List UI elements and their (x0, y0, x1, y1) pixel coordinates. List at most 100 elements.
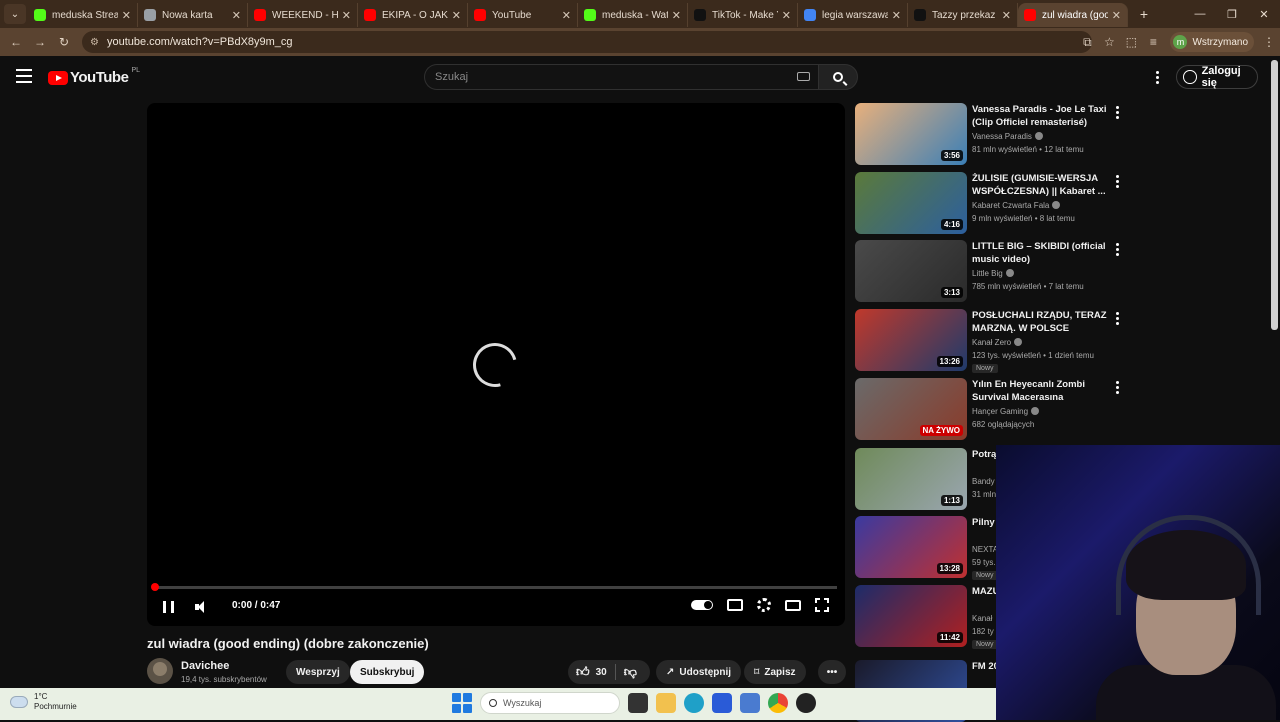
site-info-icon[interactable]: ⚙ (90, 37, 99, 48)
video-thumbnail[interactable]: 3:56 (855, 103, 967, 165)
scrubber-handle[interactable] (151, 583, 159, 591)
tab-search-button[interactable]: ⌄ (4, 4, 26, 24)
subtitles-icon[interactable] (727, 599, 743, 611)
video-thumbnail[interactable]: 13:28 (855, 516, 967, 578)
recommended-channel[interactable]: Kabaret Czwarta Fala (972, 201, 1061, 210)
new-tab-button[interactable]: + (1132, 6, 1156, 22)
recommended-kebab-icon[interactable] (1116, 175, 1120, 188)
video-thumbnail[interactable]: 4:16 (855, 172, 967, 234)
sign-in-button[interactable]: Zaloguj się (1176, 65, 1258, 89)
recommended-video[interactable]: NA ŻYWO Yılın En Heyecanlı Zombi Survival… (855, 378, 1135, 440)
video-thumbnail[interactable]: NA ŻYWO (855, 378, 967, 440)
profile-button[interactable]: m Wstrzymano (1170, 32, 1254, 52)
like-count[interactable]: 30 (596, 667, 607, 678)
maximize-icon[interactable]: ❐ (1216, 0, 1248, 28)
recommended-video[interactable]: 13:26 POSŁUCHALI RZĄDU, TERAZ MARZNĄ. W P… (855, 309, 1135, 373)
recommended-kebab-icon[interactable] (1116, 243, 1120, 256)
recommended-title[interactable]: Yılın En Heyecanlı Zombi Survival Macera… (972, 378, 1112, 404)
browser-tab[interactable]: Nowa karta ✕ (138, 3, 248, 27)
keyboard-icon[interactable] (797, 72, 810, 81)
app-icon[interactable] (740, 693, 760, 713)
tab-close-icon[interactable]: ✕ (672, 9, 681, 22)
recommended-title[interactable]: Vanessa Paradis - Joe Le Taxi (Clip Offi… (972, 103, 1112, 129)
youtube-logo[interactable]: YouTube PL (48, 67, 140, 86)
browser-tab[interactable]: Tazzy przekaz | Ti ✕ (908, 3, 1018, 27)
settings-kebab-icon[interactable] (1156, 71, 1160, 84)
file-explorer-icon[interactable] (656, 693, 676, 713)
recommended-kebab-icon[interactable] (1116, 381, 1120, 394)
extensions-icon[interactable]: ⬚ (1120, 35, 1142, 49)
steam-icon[interactable] (796, 693, 816, 713)
channel-name[interactable]: Davichee (181, 660, 229, 672)
tab-close-icon[interactable]: ✕ (892, 9, 901, 22)
browser-tab[interactable]: meduska - Watch ✕ (578, 3, 688, 27)
edge-icon[interactable] (684, 693, 704, 713)
task-view-icon[interactable] (628, 693, 648, 713)
forward-button[interactable]: → (28, 30, 52, 54)
address-bar[interactable]: ⚙ youtube.com/watch?v=PBdX8y9m_cg (82, 31, 1092, 53)
recommended-channel[interactable]: Bandy (972, 477, 995, 486)
recommended-video[interactable]: 4:16 ŻULISIE (GUMISIE-WERSJA WSPÓŁCZESNA)… (855, 172, 1135, 234)
tab-close-icon[interactable]: ✕ (342, 9, 351, 22)
browser-tab[interactable]: meduska Stream ✕ (28, 3, 138, 27)
pause-icon[interactable] (163, 601, 174, 613)
tab-close-icon[interactable]: ✕ (452, 9, 461, 22)
video-player[interactable]: 0:00 / 0:47 (147, 103, 845, 626)
page-scrollbar[interactable] (1271, 60, 1278, 330)
volume-icon[interactable] (195, 601, 209, 613)
recommended-kebab-icon[interactable] (1116, 106, 1120, 119)
autoplay-toggle[interactable] (691, 600, 713, 610)
more-actions-button[interactable]: ••• (818, 660, 846, 684)
recommended-title[interactable]: POSŁUCHALI RZĄDU, TERAZ MARZNĄ. W POLSCE… (972, 309, 1112, 335)
recommended-video[interactable]: 3:56 Vanessa Paradis - Joe Le Taxi (Clip … (855, 103, 1135, 165)
install-app-icon[interactable]: ⧉ (1076, 35, 1098, 50)
theater-mode-icon[interactable] (785, 599, 801, 611)
save-button[interactable]: ⌑ Zapisz (744, 660, 806, 684)
minimize-icon[interactable]: — (1184, 0, 1216, 28)
tab-close-icon[interactable]: ✕ (232, 9, 241, 22)
dislike-icon[interactable]: 👎︎ (624, 664, 637, 680)
recommended-kebab-icon[interactable] (1116, 312, 1120, 325)
video-thumbnail[interactable]: 13:26 (855, 309, 967, 371)
recommended-video[interactable]: 3:13 LITTLE BIG – SKIBIDI (official music… (855, 240, 1135, 302)
store-icon[interactable] (712, 693, 732, 713)
browser-tab[interactable]: EKIPA - O JAK MI ✕ (358, 3, 468, 27)
recommended-channel[interactable]: Vanessa Paradis (972, 132, 1043, 141)
subscribe-button[interactable]: Subskrybuj (350, 660, 425, 684)
video-thumbnail[interactable]: 11:42 (855, 585, 967, 647)
reload-button[interactable]: ↻ (52, 30, 76, 54)
tab-close-icon[interactable]: ✕ (1112, 9, 1121, 22)
recommended-channel[interactable]: Kanał (972, 614, 992, 623)
recommended-title[interactable]: ŻULISIE (GUMISIE-WERSJA WSPÓŁCZESNA) || … (972, 172, 1112, 198)
search-button[interactable] (818, 64, 858, 90)
tab-close-icon[interactable]: ✕ (1002, 9, 1011, 22)
tab-close-icon[interactable]: ✕ (562, 9, 571, 22)
browser-tab[interactable]: legia warszawa - ✕ (798, 3, 908, 27)
back-button[interactable]: ← (4, 30, 28, 54)
support-button[interactable]: Wesprzyj (286, 660, 350, 684)
progress-bar[interactable] (155, 586, 837, 589)
channel-avatar[interactable] (147, 658, 173, 684)
search-input[interactable]: Szukaj (424, 64, 818, 90)
fullscreen-icon[interactable] (815, 598, 829, 612)
weather-widget[interactable]: 1°C Pochmurnie (10, 692, 77, 712)
recommended-channel[interactable]: Hançer Gaming (972, 407, 1040, 416)
like-icon[interactable]: 👍︎ (576, 664, 590, 680)
tab-close-icon[interactable]: ✕ (782, 9, 791, 22)
recommended-channel[interactable]: Little Big (972, 269, 1014, 278)
recommended-channel[interactable]: NEXTA (972, 545, 998, 554)
browser-tab[interactable]: TikTok - Make Yo ✕ (688, 3, 798, 27)
media-controls-icon[interactable]: ≡ (1142, 35, 1164, 49)
bookmark-star-icon[interactable]: ☆ (1098, 35, 1120, 49)
share-button[interactable]: ↗ Udostępnij (656, 660, 742, 684)
windows-start-icon[interactable] (452, 693, 472, 713)
browser-menu-icon[interactable]: ⋮ (1258, 35, 1280, 49)
recommended-channel[interactable]: Kanał Zero (972, 338, 1023, 347)
chrome-icon[interactable] (768, 693, 788, 713)
video-thumbnail[interactable]: 1:13 (855, 448, 967, 510)
menu-icon[interactable] (16, 69, 32, 83)
close-window-icon[interactable]: ✕ (1248, 0, 1280, 28)
browser-tab[interactable]: WEEKEND - Halo ✕ (248, 3, 358, 27)
recommended-title[interactable]: LITTLE BIG – SKIBIDI (official music vid… (972, 240, 1112, 266)
tab-close-icon[interactable]: ✕ (122, 9, 131, 22)
